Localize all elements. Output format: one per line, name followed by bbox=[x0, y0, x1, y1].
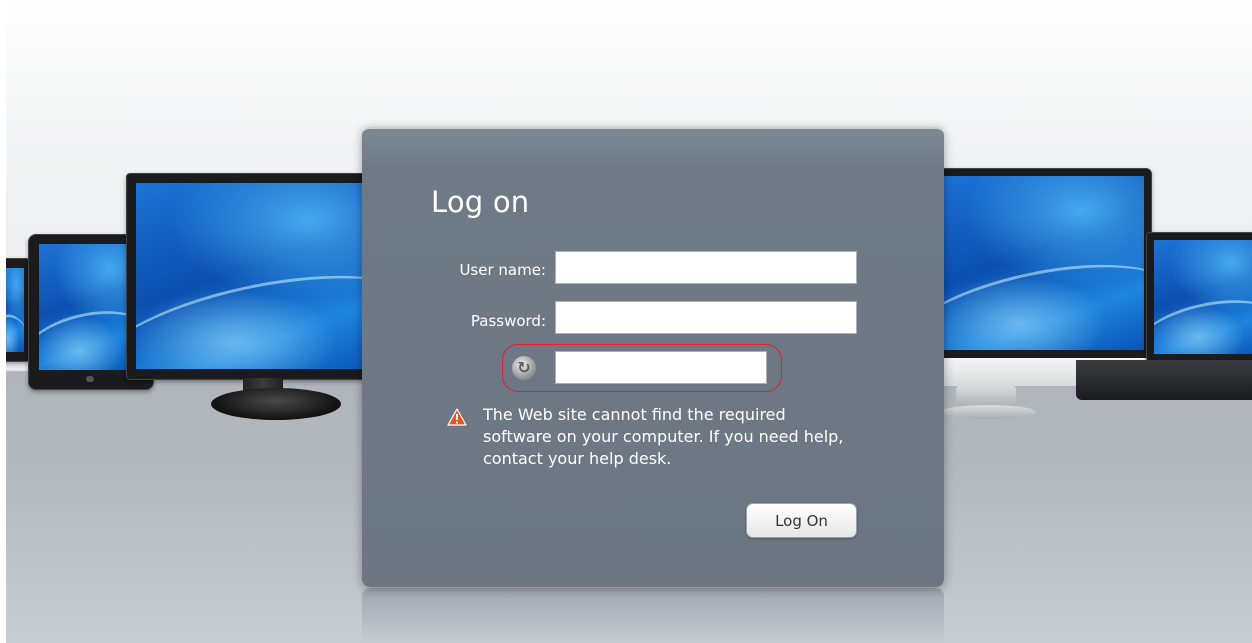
warning-triangle-icon bbox=[447, 408, 467, 426]
username-label: User name: bbox=[459, 261, 546, 279]
token-field[interactable] bbox=[555, 351, 767, 384]
password-field[interactable] bbox=[555, 301, 857, 334]
log-on-button[interactable]: Log On bbox=[746, 503, 857, 538]
dialog-reflection bbox=[362, 588, 944, 643]
page-title: Log on bbox=[431, 185, 530, 219]
username-field[interactable] bbox=[555, 251, 857, 284]
warning-message: The Web site cannot find the required so… bbox=[483, 405, 844, 468]
password-label: Password: bbox=[470, 312, 546, 330]
refresh-icon: ↻ bbox=[512, 356, 536, 380]
logon-dialog: Log on User name: Password: ↻ The Web si… bbox=[362, 127, 944, 587]
